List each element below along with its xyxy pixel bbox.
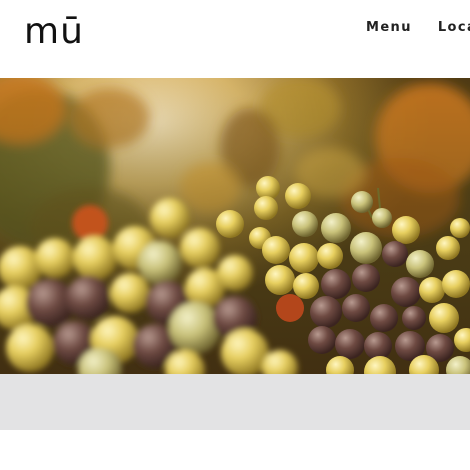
grapes-photo <box>0 78 470 374</box>
page: mū Menu Loca <box>0 0 470 470</box>
page-bottom <box>0 430 470 470</box>
hero-image <box>0 78 470 374</box>
main-nav: Menu Loca <box>366 20 470 35</box>
nav-item-location[interactable]: Loca <box>438 20 470 35</box>
content-band <box>0 374 470 430</box>
site-logo[interactable]: mū <box>24 10 84 54</box>
site-header: mū Menu Loca <box>0 0 470 78</box>
nav-item-menu[interactable]: Menu <box>366 20 412 35</box>
